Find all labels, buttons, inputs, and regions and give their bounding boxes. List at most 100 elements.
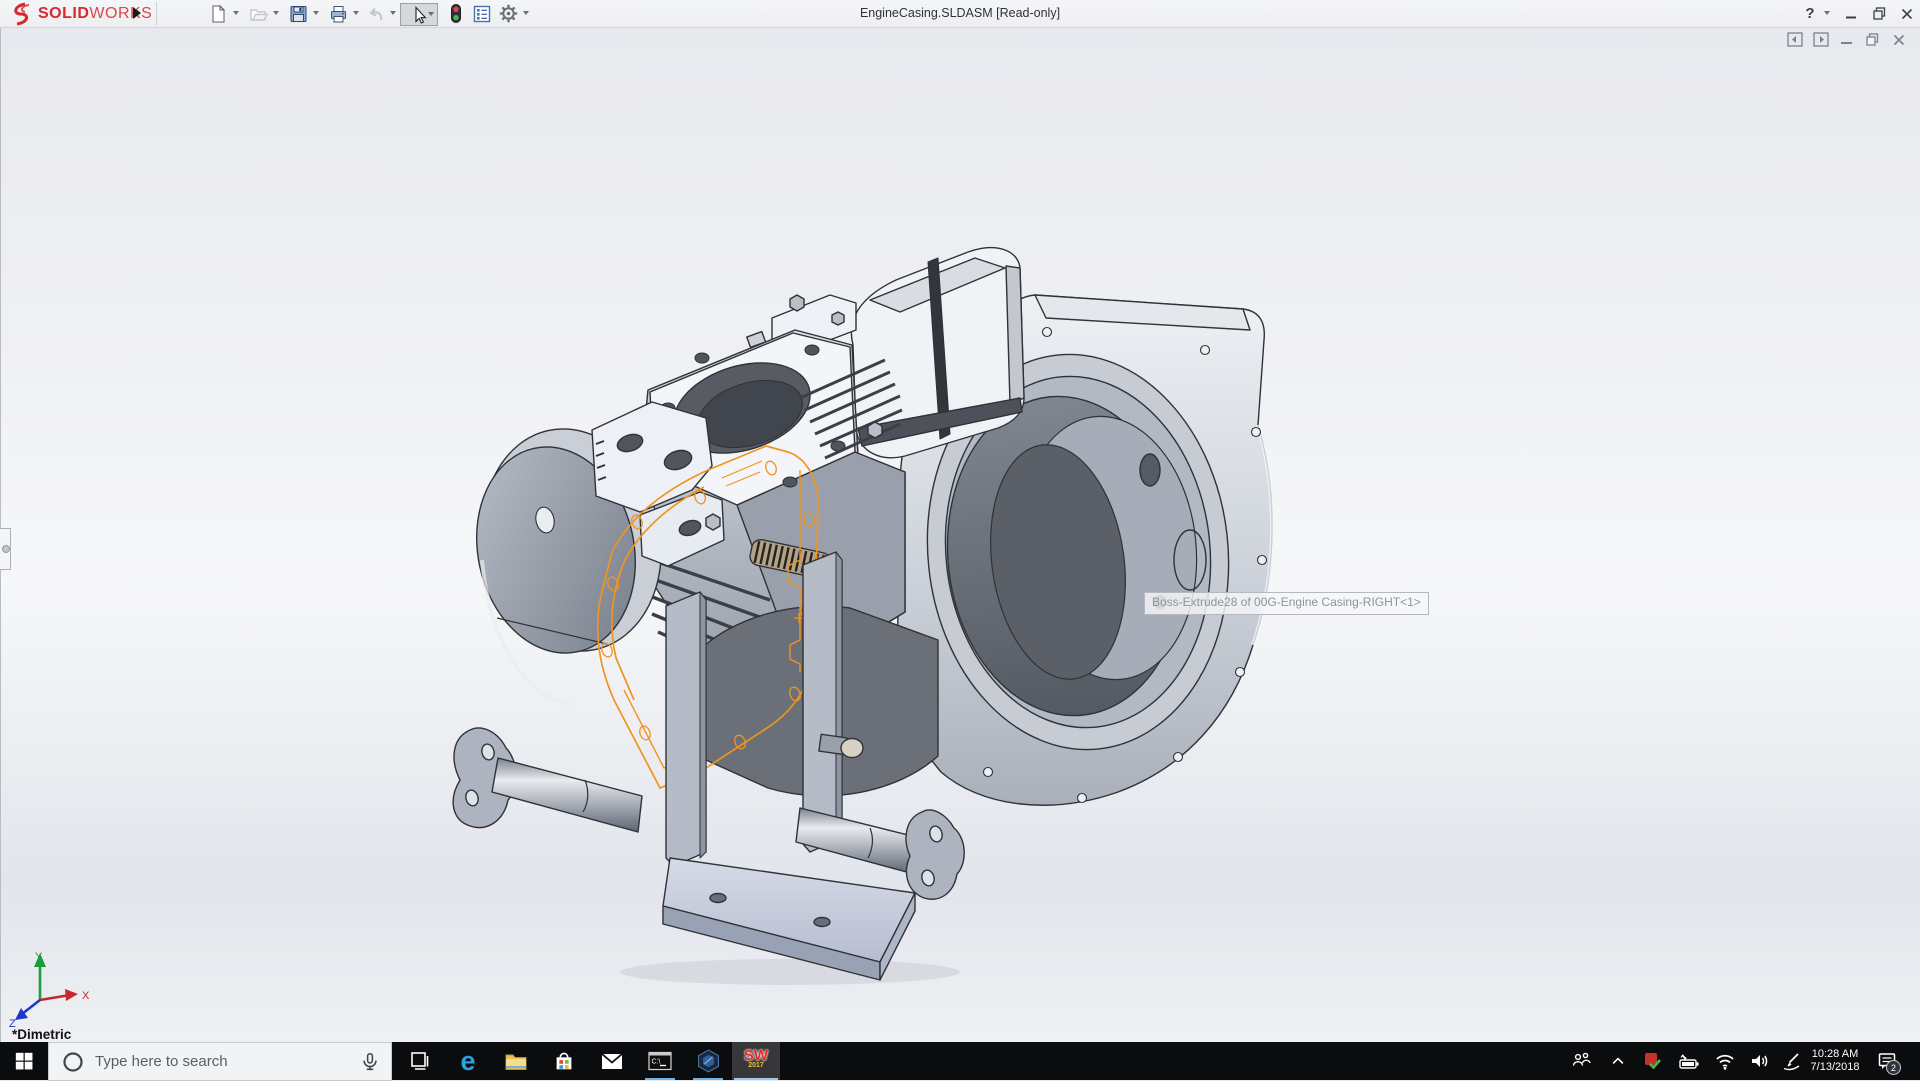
save-dropdown-caret[interactable] bbox=[313, 11, 319, 15]
x-axis-arrow bbox=[65, 989, 78, 1001]
window-restore-button[interactable] bbox=[1866, 0, 1892, 27]
wifi-icon bbox=[1713, 1050, 1737, 1072]
people-icon bbox=[1570, 1050, 1592, 1072]
doc-close-button[interactable] bbox=[1890, 31, 1907, 48]
file-properties-button[interactable] bbox=[470, 3, 494, 24]
doc-minimize-icon bbox=[1840, 33, 1853, 46]
open-dropdown-caret[interactable] bbox=[273, 11, 279, 15]
toolbar-flyout-arrow-icon[interactable] bbox=[133, 7, 141, 19]
taskbar-app-hexagon[interactable] bbox=[684, 1042, 732, 1080]
taskbar-app-task-view[interactable] bbox=[396, 1042, 444, 1080]
tray-people-button[interactable] bbox=[1564, 1042, 1598, 1080]
task-view-icon bbox=[408, 1049, 432, 1073]
solidworks-2017-icon: SW 2017 bbox=[744, 1051, 768, 1071]
tray-clock[interactable]: 10:28 AM 7/13/2018 bbox=[1800, 1042, 1870, 1080]
save-button[interactable] bbox=[286, 3, 310, 24]
select-tool-button[interactable] bbox=[400, 3, 438, 26]
taskbar-app-file-explorer[interactable] bbox=[492, 1042, 540, 1080]
tray-volume-button[interactable] bbox=[1742, 1042, 1778, 1080]
terminal-icon: C:\ bbox=[647, 1049, 673, 1073]
pen-icon bbox=[1780, 1050, 1802, 1072]
options-button[interactable] bbox=[496, 3, 520, 24]
taskbar-app-solidworks[interactable]: SW 2017 bbox=[732, 1042, 780, 1080]
tray-solidworks-status[interactable] bbox=[1636, 1042, 1670, 1080]
solidworks-logo: SOLIDWORKS bbox=[8, 2, 152, 25]
volume-icon bbox=[1748, 1050, 1772, 1072]
close-icon bbox=[1901, 8, 1913, 20]
new-document-icon bbox=[208, 4, 228, 24]
new-dropdown-caret[interactable] bbox=[233, 11, 239, 15]
microphone-icon[interactable] bbox=[359, 1050, 381, 1074]
panel-splitter-handle[interactable] bbox=[0, 528, 11, 570]
splitter-dot bbox=[2, 545, 10, 553]
tray-battery-button[interactable] bbox=[1672, 1042, 1706, 1080]
taskbar-app-mail[interactable] bbox=[588, 1042, 636, 1080]
notification-badge: 2 bbox=[1886, 1060, 1901, 1075]
tray-time: 10:28 AM bbox=[1812, 1048, 1858, 1062]
select-dropdown-caret[interactable] bbox=[428, 12, 434, 16]
cortana-icon bbox=[61, 1050, 85, 1074]
options-dropdown-caret[interactable] bbox=[523, 11, 529, 15]
rebuild-traffic-light-icon bbox=[446, 3, 466, 24]
sw-glyph: SW bbox=[744, 1051, 768, 1061]
brand-solid: SOLID bbox=[38, 5, 89, 23]
x-axis-label: X bbox=[82, 990, 90, 1002]
orientation-triad: Y X Z bbox=[8, 948, 98, 1028]
file-properties-icon bbox=[472, 4, 492, 24]
title-bar: SOLIDWORKS bbox=[0, 0, 1920, 28]
new-document-button[interactable] bbox=[206, 3, 230, 24]
engine-casing-model[interactable] bbox=[0, 0, 1920, 1080]
doc-close-icon bbox=[1893, 34, 1905, 46]
view-orientation-label: *Dimetric bbox=[12, 1027, 71, 1042]
undo-icon bbox=[365, 4, 387, 24]
battery-icon bbox=[1677, 1050, 1701, 1072]
open-document-button[interactable] bbox=[246, 3, 270, 24]
doc-minimize-button[interactable] bbox=[1838, 31, 1855, 48]
minimize-icon bbox=[1845, 8, 1857, 20]
windows-taskbar: Type here to search e bbox=[0, 1042, 1920, 1080]
search-placeholder: Type here to search bbox=[95, 1053, 359, 1070]
start-button[interactable] bbox=[0, 1042, 48, 1080]
chevron-up-icon bbox=[1609, 1052, 1627, 1070]
window-minimize-button[interactable] bbox=[1838, 0, 1864, 27]
pane-right-icon bbox=[1813, 32, 1829, 47]
mail-icon bbox=[599, 1049, 625, 1073]
toolbar-separator bbox=[156, 2, 157, 25]
help-button[interactable]: ? bbox=[1800, 0, 1820, 27]
doc-restore-icon bbox=[1866, 33, 1879, 46]
taskbar-app-edge[interactable]: e bbox=[444, 1042, 492, 1080]
tray-date: 7/13/2018 bbox=[1811, 1061, 1860, 1075]
model-shadow bbox=[620, 959, 960, 985]
help-glyph: ? bbox=[1805, 5, 1814, 22]
sw-year: 2017 bbox=[748, 1061, 764, 1071]
taskbar-app-store[interactable] bbox=[540, 1042, 588, 1080]
edge-icon: e bbox=[460, 1048, 475, 1075]
y-axis-label: Y bbox=[35, 951, 43, 963]
windows-logo-icon bbox=[14, 1051, 34, 1071]
file-explorer-icon bbox=[503, 1049, 529, 1073]
rebuild-button[interactable] bbox=[444, 3, 468, 24]
tray-wifi-button[interactable] bbox=[1708, 1042, 1742, 1080]
save-floppy-icon bbox=[288, 4, 309, 24]
help-dropdown-caret[interactable] bbox=[1824, 11, 1830, 15]
undo-dropdown-caret[interactable] bbox=[390, 11, 396, 15]
pane-left-icon bbox=[1787, 32, 1803, 47]
window-close-button[interactable] bbox=[1894, 0, 1920, 27]
engine-mount-left[interactable] bbox=[453, 728, 642, 832]
feature-tooltip: Boss-Extrude28 of 00G-Engine Casing-RIGH… bbox=[1144, 592, 1429, 615]
print-button[interactable] bbox=[326, 3, 350, 24]
doc-restore-button[interactable] bbox=[1864, 31, 1881, 48]
restore-icon bbox=[1873, 7, 1886, 20]
undo-button[interactable] bbox=[364, 3, 388, 24]
taskbar-search-input[interactable]: Type here to search bbox=[48, 1042, 392, 1081]
pane-right-button[interactable] bbox=[1812, 31, 1829, 48]
terminal-prompt-glyph: C:\ bbox=[652, 1059, 661, 1066]
document-window-controls bbox=[1786, 31, 1916, 51]
pane-left-button[interactable] bbox=[1786, 31, 1803, 48]
tray-overflow-button[interactable] bbox=[1602, 1042, 1634, 1080]
sw-status-icon bbox=[1642, 1050, 1664, 1072]
taskbar-app-terminal[interactable]: C:\ bbox=[636, 1042, 684, 1080]
print-dropdown-caret[interactable] bbox=[353, 11, 359, 15]
hexagon-app-icon bbox=[696, 1048, 721, 1074]
print-icon bbox=[328, 4, 349, 24]
